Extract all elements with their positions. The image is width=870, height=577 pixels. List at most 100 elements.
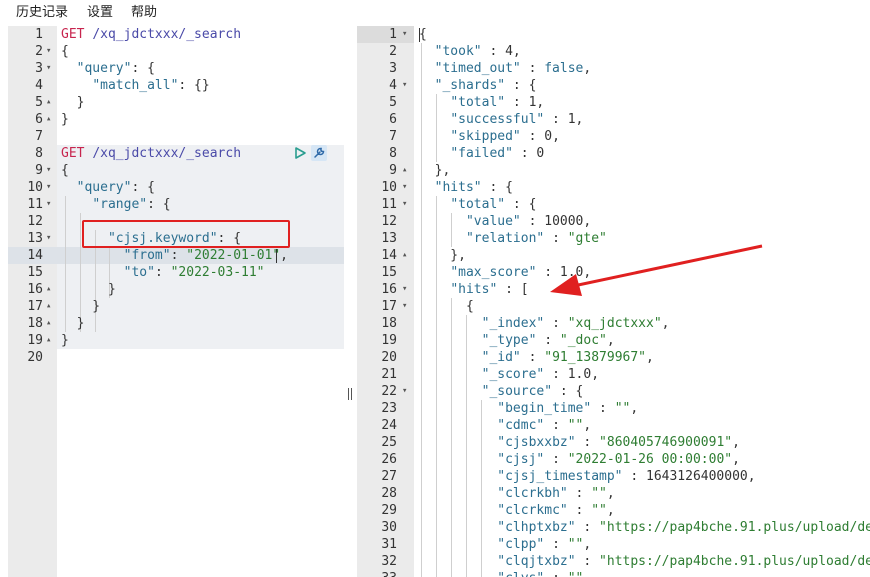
code-text: "successful" : 1,	[450, 112, 584, 127]
fold-open-icon[interactable]: ▾	[46, 230, 51, 247]
line-number: 3	[389, 61, 397, 76]
code-text: }	[61, 299, 101, 314]
code-text: "took" : 4,	[434, 44, 521, 59]
code-text: "clcrkbh" : "",	[497, 486, 615, 501]
line-number: 1	[35, 27, 43, 42]
line-number: 8	[389, 146, 397, 161]
code-text: }	[61, 333, 69, 348]
fold-close-icon[interactable]: ▴	[46, 281, 51, 298]
code-text: GET /xq_jdctxxx/_search	[61, 27, 242, 42]
line-number: 13	[381, 231, 397, 246]
line-number: 7	[389, 129, 397, 144]
fold-open-icon[interactable]: ▾	[46, 43, 51, 60]
code-text: "_score" : 1.0,	[481, 367, 600, 382]
code-text: }	[61, 316, 85, 331]
menu-history[interactable]: 历史记录	[16, 1, 68, 20]
fold-open-icon[interactable]: ▾	[46, 179, 51, 196]
code-text: "query": {	[76, 61, 155, 76]
line-number: 20	[381, 350, 397, 365]
code-text: "_shards" : {	[434, 78, 537, 93]
line-number: 17	[381, 299, 397, 314]
line-number: 4	[35, 78, 43, 93]
fold-close-icon[interactable]: ▴	[46, 298, 51, 315]
fold-close-icon[interactable]: ▴	[46, 315, 51, 332]
code-text: },	[419, 163, 451, 178]
code-text: "_index" : "xq_jdctxxx",	[481, 316, 670, 331]
line-number: 29	[381, 503, 397, 518]
code-text: "clpp" : "",	[497, 537, 592, 552]
fold-open-icon[interactable]: ▾	[402, 298, 407, 315]
wrench-icon[interactable]	[311, 145, 327, 161]
fold-open-icon[interactable]: ▾	[402, 179, 407, 196]
code-text: "_source" : {	[481, 384, 584, 399]
play-icon[interactable]	[293, 146, 307, 160]
line-number: 16	[381, 282, 397, 297]
code-text: }	[61, 282, 116, 297]
code-text: "to": "2022-03-11"	[123, 265, 265, 280]
fold-open-icon[interactable]: ▾	[46, 196, 51, 213]
pane-splitter-handle[interactable]	[347, 386, 353, 402]
text-cursor	[276, 249, 277, 263]
fold-open-icon[interactable]: ▾	[402, 26, 407, 43]
line-number: 25	[381, 435, 397, 450]
code-text: "match_all": {}	[92, 78, 210, 93]
code-text: "hits" : [	[450, 282, 529, 297]
code-text: "cdmc" : "",	[497, 418, 592, 433]
code-text: "_type" : "_doc",	[481, 333, 615, 348]
line-number: 10	[27, 180, 43, 195]
code-text: "clhptxbz" : "https://pap4bche.91.plus/u…	[497, 520, 870, 535]
line-number: 33	[357, 570, 397, 577]
fold-open-icon[interactable]: ▾	[46, 162, 51, 179]
fold-close-icon[interactable]: ▴	[402, 247, 407, 264]
line-number: 12	[381, 214, 397, 229]
fold-open-icon[interactable]: ▾	[402, 196, 407, 213]
code-text: }	[61, 95, 85, 110]
line-number: 21	[381, 367, 397, 382]
line-number: 12	[27, 214, 43, 229]
code-text: GET /xq_jdctxxx/_search	[61, 146, 242, 161]
line-number: 13	[27, 231, 43, 246]
line-number: 9	[389, 163, 397, 178]
code-text: }	[61, 112, 69, 127]
line-number: 20	[27, 350, 43, 365]
fold-close-icon[interactable]: ▴	[46, 332, 51, 349]
code-text: "clqjtxbz" : "https://pap4bche.91.plus/u…	[497, 554, 870, 569]
fold-open-icon[interactable]: ▾	[402, 77, 407, 94]
code-text: "cjsj_timestamp" : 1643126400000,	[497, 469, 756, 484]
fold-close-icon[interactable]: ▴	[46, 94, 51, 111]
fold-open-icon[interactable]: ▾	[46, 60, 51, 77]
code-text: "range": {	[92, 197, 171, 212]
code-text: {	[419, 27, 427, 42]
annotation-box	[82, 220, 290, 248]
code-text: "clcrkmc" : "",	[497, 503, 615, 518]
annotation-arrow	[550, 244, 763, 296]
line-number: 6	[35, 112, 43, 127]
fold-close-icon[interactable]: ▴	[402, 162, 407, 179]
line-number: 11	[381, 197, 397, 212]
line-number: 15	[381, 265, 397, 280]
code-text: "failed" : 0	[450, 146, 545, 161]
request-editor[interactable]: 1 GET /xq_jdctxxx/_search 2 ▾{3 ▾ "query": {…	[8, 26, 344, 577]
menu-help[interactable]: 帮助	[131, 1, 157, 20]
line-number: 32	[381, 554, 397, 569]
line-number: 2	[35, 44, 43, 59]
code-text: "value" : 10000,	[465, 214, 592, 229]
response-cursor	[419, 28, 420, 42]
fold-close-icon[interactable]: ▴	[46, 111, 51, 128]
fold-open-icon[interactable]: ▾	[402, 383, 407, 400]
line-number: 8	[35, 146, 43, 161]
line-number: 17	[27, 299, 43, 314]
line-number: 5	[35, 95, 43, 110]
line-number: 28	[381, 486, 397, 501]
line-number: 14	[381, 248, 397, 263]
menu-settings[interactable]: 设置	[87, 1, 113, 20]
line-number: 4	[389, 78, 397, 93]
code-text: "cjsj" : "2022-01-26 00:00:00",	[497, 452, 740, 467]
line-number: 16	[27, 282, 43, 297]
code-text: "cjsbxxbz" : "860405746900091",	[497, 435, 740, 450]
code-text: {	[61, 44, 69, 59]
line-number: 27	[381, 469, 397, 484]
fold-open-icon[interactable]: ▾	[402, 281, 407, 298]
line-number: 18	[381, 316, 397, 331]
line-number: 3	[35, 61, 43, 76]
